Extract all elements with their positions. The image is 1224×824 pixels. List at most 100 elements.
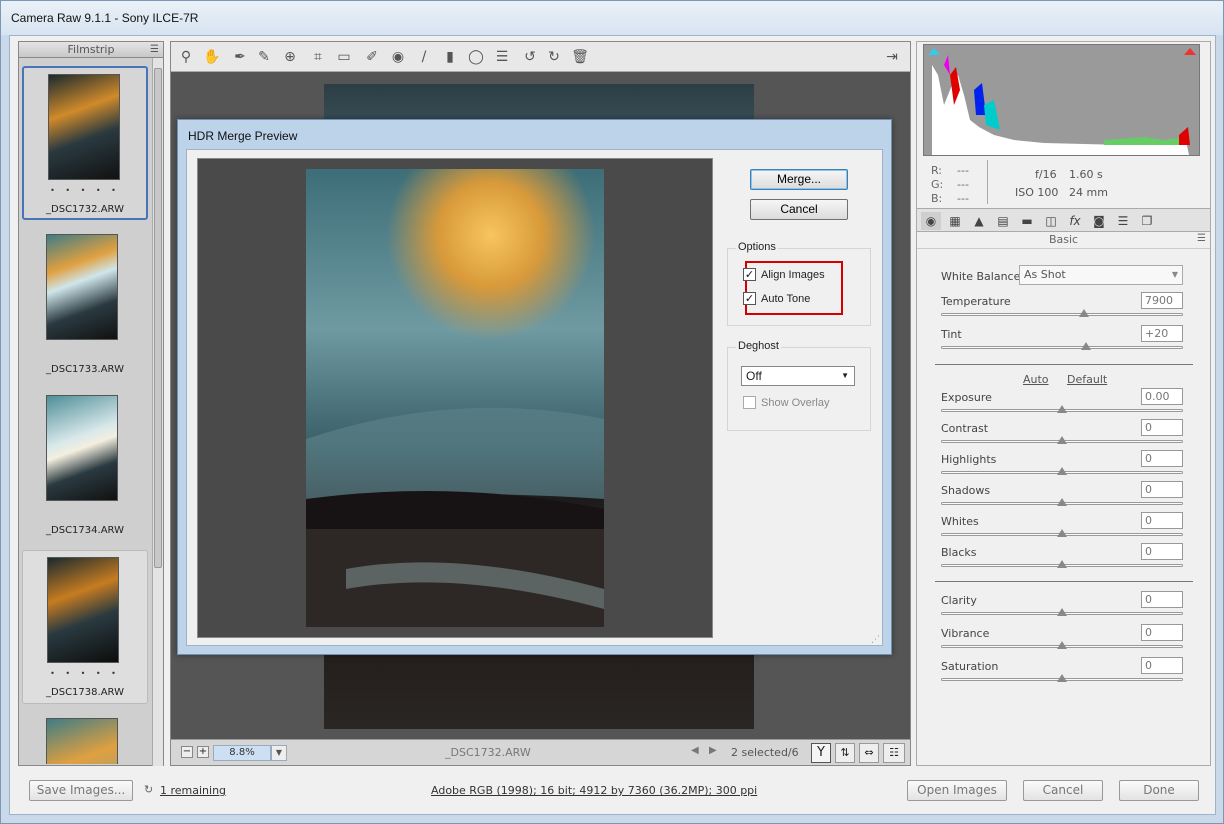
preferences-icon[interactable]: ☷ (883, 743, 905, 763)
color-sampler-icon[interactable]: ✎ (255, 48, 273, 66)
current-filename: _DSC1732.ARW (445, 746, 531, 759)
slider-thumb[interactable] (1057, 498, 1067, 506)
slider-thumb[interactable] (1057, 529, 1067, 537)
straighten-icon[interactable]: ▭ (335, 48, 353, 66)
slider-value-field[interactable]: 0 (1141, 450, 1183, 467)
sync-icon[interactable]: ⇅ (835, 743, 855, 763)
slider-value-field[interactable]: 0 (1141, 512, 1183, 529)
snapshots-tab-icon[interactable]: ❐ (1137, 212, 1157, 230)
tone-curve-tab-icon[interactable]: ▦ (945, 212, 965, 230)
done-button[interactable]: Done (1119, 780, 1199, 801)
resize-grip-icon[interactable]: ⋰ (871, 635, 880, 645)
list-menu-icon[interactable]: ☰ (150, 42, 159, 57)
list-icon[interactable]: ☰ (493, 48, 511, 66)
slider-value-field[interactable]: 0.00 (1141, 388, 1183, 405)
zoom-out-button[interactable]: − (181, 746, 193, 758)
align-images-checkbox[interactable]: ✓ (743, 268, 756, 281)
deghost-select[interactable]: Off ▼ (741, 366, 855, 386)
slider-thumb[interactable] (1057, 405, 1067, 413)
adjustment-brush-icon[interactable]: / (415, 48, 433, 66)
slider-value-field[interactable]: 0 (1141, 591, 1183, 608)
slider-track[interactable] (941, 313, 1183, 316)
green-label: G: (931, 178, 944, 191)
slider-thumb[interactable] (1081, 342, 1092, 350)
slider-thumb[interactable] (1057, 467, 1067, 475)
show-overlay-checkbox[interactable] (743, 396, 756, 409)
compare-icon[interactable]: ⇔ (859, 743, 879, 763)
detail-tab-icon[interactable]: ▲ (969, 212, 989, 230)
slider-label: Shadows (941, 484, 991, 497)
save-images-button[interactable]: Save Images... (29, 780, 133, 801)
focal-length: 24 mm (1069, 186, 1108, 199)
filmstrip-item[interactable]: • • • • • _DSC1738.ARW (22, 550, 148, 704)
white-balance-icon[interactable]: ✒ (231, 48, 249, 66)
zoom-in-button[interactable]: + (197, 746, 209, 758)
presets-tab-icon[interactable]: ☰ (1113, 212, 1133, 230)
slider-thumb[interactable] (1057, 641, 1067, 649)
default-link[interactable]: Default (1067, 373, 1107, 386)
filmstrip-scrollbar[interactable] (152, 58, 163, 766)
cancel-button[interactable]: Cancel (1023, 780, 1103, 801)
slider-value-field[interactable]: +20 (1141, 325, 1183, 342)
rating-dots[interactable]: • • • • • (24, 186, 146, 195)
zoom-level-field[interactable]: 8.8% (213, 745, 271, 761)
dialog-client: Merge... Cancel Options ✓ Align Images ✓… (186, 149, 883, 646)
slider-track[interactable] (941, 346, 1183, 349)
red-label: R: (931, 164, 943, 177)
radial-filter-icon[interactable]: ◯ (467, 48, 485, 66)
merge-button[interactable]: Merge... (750, 169, 848, 190)
show-overlay-label[interactable]: Show Overlay (761, 397, 829, 409)
auto-tone-checkbox[interactable]: ✓ (743, 292, 756, 305)
rotate-right-icon[interactable]: ↻ (545, 48, 563, 66)
auto-tone-label[interactable]: Auto Tone (761, 293, 810, 305)
camera-calibration-tab-icon[interactable]: ◙ (1089, 212, 1109, 230)
auto-link[interactable]: Auto (1023, 373, 1049, 386)
trash-icon[interactable]: 🗑 (571, 48, 589, 66)
open-images-button[interactable]: Open Images (907, 780, 1007, 801)
slider-value-field[interactable]: 0 (1141, 419, 1183, 436)
slider-value-field[interactable]: 0 (1141, 657, 1183, 674)
rating-dots[interactable]: • • • • • (23, 669, 147, 678)
filmstrip-item[interactable]: • • • • • _DSC1732.ARW (22, 66, 148, 220)
panel-title: Basic ☰ (917, 233, 1210, 249)
split-toning-tab-icon[interactable]: ▬ (1017, 212, 1037, 230)
filmstrip-item[interactable]: _DSC1734.ARW (22, 389, 148, 543)
slider-thumb[interactable] (1057, 436, 1067, 444)
rotate-left-icon[interactable]: ↺ (521, 48, 539, 66)
crop-icon[interactable]: ⌗ (309, 48, 327, 66)
effects-tab-icon[interactable]: fx (1065, 212, 1085, 230)
align-images-label[interactable]: Align Images (761, 269, 825, 281)
remaining-link[interactable]: 1 remaining (160, 784, 226, 797)
white-balance-select[interactable]: As Shot ▼ (1019, 265, 1183, 285)
workflow-options-link[interactable]: Adobe RGB (1998); 16 bit; 4912 by 7360 (… (431, 784, 757, 797)
panel-menu-icon[interactable]: ☰ (1197, 233, 1206, 244)
slider-thumb[interactable] (1057, 560, 1067, 568)
slider-thumb[interactable] (1057, 674, 1067, 682)
target-adjust-icon[interactable]: ⊕ (281, 48, 299, 66)
prev-image-icon[interactable]: ◀ (691, 745, 699, 756)
hand-icon[interactable]: ✋ (203, 48, 221, 66)
spot-removal-icon[interactable]: ✐ (363, 48, 381, 66)
slider-value-field[interactable]: 7900 (1141, 292, 1183, 309)
lens-corrections-tab-icon[interactable]: ◫ (1041, 212, 1061, 230)
white-balance-value: As Shot (1024, 268, 1066, 281)
zoom-icon[interactable]: ⚲ (177, 48, 195, 66)
filmstrip-item[interactable]: _DSC1733.ARW (22, 228, 148, 382)
slider-thumb[interactable] (1057, 608, 1067, 616)
dialog-cancel-button[interactable]: Cancel (750, 199, 848, 220)
slider-value-field[interactable]: 0 (1141, 624, 1183, 641)
graduated-filter-icon[interactable]: ▮ (441, 48, 459, 66)
hsl-tab-icon[interactable]: ▤ (993, 212, 1013, 230)
slider-value-field[interactable]: 0 (1141, 481, 1183, 498)
filter-icon[interactable]: Y (811, 743, 831, 763)
thumbnail-image (47, 557, 119, 663)
filmstrip-item[interactable] (22, 712, 148, 764)
chevron-down-icon[interactable]: ▼ (271, 745, 287, 761)
fullscreen-icon[interactable]: ⇥ (883, 48, 901, 66)
slider-thumb[interactable] (1078, 309, 1089, 317)
red-eye-icon[interactable]: ◉ (389, 48, 407, 66)
next-image-icon[interactable]: ▶ (709, 745, 717, 756)
slider-value-field[interactable]: 0 (1141, 543, 1183, 560)
scroll-thumb[interactable] (154, 68, 162, 568)
basic-tab-icon[interactable]: ◉ (921, 212, 941, 230)
